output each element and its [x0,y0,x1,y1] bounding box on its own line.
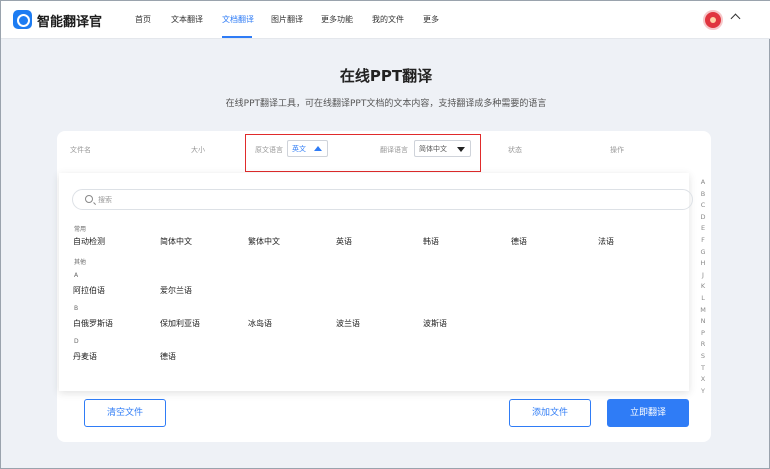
alpha-letter[interactable]: D [696,212,710,224]
lang-option[interactable]: 丹麦语 [73,351,97,362]
nav-home[interactable]: 首页 [135,14,151,25]
search-placeholder: 搜索 [98,196,112,204]
lang-option[interactable]: 阿拉伯语 [73,285,105,296]
avatar[interactable] [703,10,723,30]
alpha-letter[interactable]: B [696,189,710,201]
col-size: 大小 [191,146,205,154]
active-nav-underline [222,36,252,38]
lang-option[interactable]: 英语 [336,236,352,247]
alphabet-index: A B C D E F G H J K L M N P R S T X Y [696,177,710,397]
lang-option[interactable]: 法语 [598,236,614,247]
nav-image-translate[interactable]: 图片翻译 [271,14,303,25]
alpha-letter[interactable]: A [696,177,710,189]
nav-doc-translate[interactable]: 文档翻译 [222,14,254,25]
alpha-letter[interactable]: G [696,247,710,259]
lang-option[interactable]: 冰岛语 [248,318,272,329]
alpha-letter[interactable]: C [696,200,710,212]
search-input[interactable]: 搜索 [72,189,693,210]
lang-option[interactable]: 保加利亚语 [160,318,200,329]
nav-text-translate[interactable]: 文本翻译 [171,14,203,25]
brand-name[interactable]: 智能翻译官 [37,11,102,30]
alpha-letter[interactable]: F [696,235,710,247]
highlight-frame [245,134,481,172]
lang-option[interactable]: 韩语 [423,236,439,247]
alpha-letter[interactable]: P [696,328,710,340]
page-subtitle: 在线PPT翻译工具，可在线翻译PPT文档的文本内容，支持翻译成多种需要的语言 [225,99,547,109]
col-action: 操作 [610,146,624,154]
col-status: 状态 [508,146,522,154]
lang-option[interactable]: 德语 [160,351,176,362]
alpha-letter[interactable]: K [696,281,710,293]
language-dropdown: 搜索 常用 自动检测 简体中文 繁体中文 英语 韩语 德语 法语 其他 A 阿拉… [59,173,693,391]
add-file-button[interactable]: 添加文件 [509,399,591,427]
alpha-letter[interactable]: R [696,339,710,351]
nav-more-features[interactable]: 更多功能 [321,14,353,25]
lang-option[interactable]: 自动检测 [73,236,105,247]
logo-icon[interactable] [13,10,32,29]
alpha-letter[interactable]: T [696,363,710,375]
alpha-letter[interactable]: L [696,293,710,305]
top-header: 智能翻译官 首页 文本翻译 文档翻译 图片翻译 更多功能 我的文件 更多 [1,1,770,39]
alpha-letter[interactable]: E [696,223,710,235]
group-label-b: B [74,305,79,312]
alpha-letter[interactable]: M [696,305,710,317]
alpha-letter[interactable]: H [696,258,710,270]
alpha-letter[interactable]: X [696,374,710,386]
col-file-name: 文件名 [70,146,91,154]
lang-option[interactable]: 波斯语 [423,318,447,329]
nav-my-files[interactable]: 我的文件 [372,14,404,25]
chevron-up-icon[interactable] [730,13,741,24]
translate-now-button[interactable]: 立即翻译 [607,399,689,427]
lang-option[interactable]: 德语 [511,236,527,247]
group-label-common: 常用 [74,226,87,233]
alpha-letter[interactable]: S [696,351,710,363]
alpha-letter[interactable]: Y [696,386,710,398]
lang-option[interactable]: 白俄罗斯语 [73,318,113,329]
alpha-letter[interactable]: J [696,270,710,282]
lang-option[interactable]: 繁体中文 [248,236,280,247]
lang-option[interactable]: 波兰语 [336,318,360,329]
group-label-d: D [74,338,79,345]
upload-card: 文件名 大小 原文语言 英文 翻译语言 简体中文 状态 操作 搜索 常用 自动检… [57,131,711,442]
page-title: 在线PPT翻译 [339,67,433,85]
clear-files-button[interactable]: 清空文件 [84,399,166,427]
lang-option[interactable]: 简体中文 [160,236,192,247]
group-label-a: A [74,272,79,279]
search-icon [85,195,93,203]
group-label-other: 其他 [74,259,87,266]
alpha-letter[interactable]: N [696,316,710,328]
lang-option[interactable]: 爱尔兰语 [160,285,192,296]
nav-more[interactable]: 更多 [423,14,439,25]
